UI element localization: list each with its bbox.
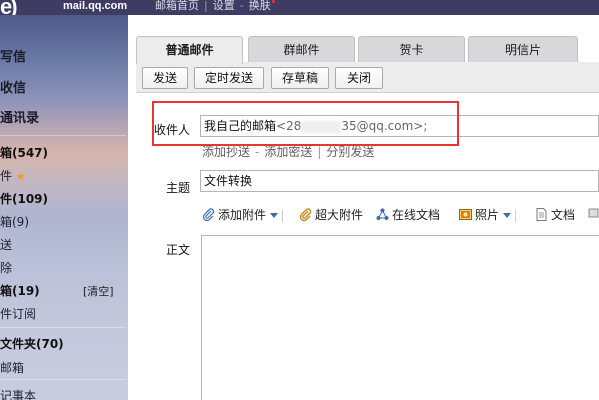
sidebar-item-spam[interactable]: 箱(19) (0, 282, 40, 299)
new-dot-icon (271, 0, 275, 3)
tab-postcard[interactable]: 明信片 (468, 36, 578, 63)
document-button[interactable]: 文档 (535, 206, 575, 223)
paperclip-icon (202, 208, 215, 221)
separate-send-link[interactable]: 分别发送 (326, 145, 374, 159)
sidebar-item-inbox-check[interactable]: 收信 (0, 77, 26, 96)
more-tools-icon[interactable] (588, 206, 599, 220)
top-bar: e) mail.qq.com 邮箱首页 | 设置 - 换肤 (0, 0, 599, 19)
sidebar-item-deleted[interactable]: 除 (0, 259, 12, 276)
chevron-down-icon[interactable] (270, 213, 279, 218)
change-skin-link[interactable]: 换肤 (249, 0, 271, 11)
large-attachment-label: 超大附件 (315, 208, 364, 222)
subject-label: 主题 (166, 181, 191, 195)
mail-home-link[interactable]: 邮箱首页 (155, 0, 199, 11)
clear-spam-link[interactable]: [清空] (83, 283, 114, 299)
compose-toolbar: 发送 定时发送 存草稿 关闭 (136, 62, 599, 93)
photo-button[interactable]: 照片 (459, 206, 517, 223)
logo-domain-text[interactable]: mail.qq.com (63, 0, 127, 12)
sidebar-item-compose[interactable]: 写信 (0, 46, 26, 65)
sidebar-item-subscriptions[interactable]: 件订阅 (0, 305, 36, 322)
sidebar-item-other-mailbox[interactable]: 邮箱 (0, 359, 24, 376)
sidebar-item-sent[interactable]: 送 (0, 236, 12, 253)
sidebar-divider (0, 379, 126, 380)
sidebar: 写信 收信 通讯录 箱(547) 件 ★ 件(109) 箱(9) 送 除 箱(1… (0, 15, 128, 400)
sidebar-item-starred-label: 件 (0, 169, 13, 183)
add-cc-link[interactable]: 添加抄送 (202, 145, 250, 159)
add-attachment-button[interactable]: 添加附件 (202, 206, 284, 223)
body-editor[interactable] (201, 235, 599, 400)
photo-icon (459, 209, 472, 220)
tab-normal-mail[interactable]: 普通邮件 (136, 36, 243, 64)
sidebar-item-other-folders[interactable]: 文件夹(70) (0, 335, 64, 352)
tab-group-mail[interactable]: 群邮件 (248, 36, 355, 63)
star-icon: ★ (15, 170, 26, 183)
sidebar-divider (0, 327, 126, 328)
highlight-box (152, 101, 459, 146)
close-button[interactable]: 关闭 (335, 67, 383, 89)
sidebar-divider (0, 135, 126, 136)
sidebar-item-inbox[interactable]: 箱(547) (0, 144, 48, 161)
tab-greeting-card[interactable]: 贺卡 (358, 36, 465, 63)
save-draft-button[interactable]: 存草稿 (271, 67, 329, 89)
subject-input[interactable]: 文件转换 (200, 170, 599, 192)
sidebar-item-contacts[interactable]: 通讯录 (0, 107, 39, 126)
sidebar-item-notepad[interactable]: 记事本 (0, 387, 36, 400)
timed-send-button[interactable]: 定时发送 (194, 67, 264, 89)
add-attachment-label: 添加附件 (218, 208, 267, 222)
online-doc-label: 在线文档 (392, 208, 441, 222)
large-attachment-button[interactable]: 超大附件 (299, 206, 363, 223)
document-label: 文档 (551, 208, 576, 222)
share-nodes-icon (376, 208, 389, 220)
top-links: 邮箱首页 | 设置 - 换肤 (155, 0, 275, 11)
settings-link[interactable]: 设置 (213, 0, 235, 11)
qq-mail-logo[interactable]: e) (0, 0, 18, 19)
photo-label: 照片 (475, 208, 500, 222)
compose-tabs: 普通邮件 群邮件 贺卡 明信片 (128, 15, 599, 64)
large-paperclip-icon (299, 208, 312, 221)
add-bcc-link[interactable]: 添加密送 (264, 145, 312, 159)
send-button[interactable]: 发送 (142, 67, 188, 89)
document-icon (536, 208, 547, 221)
sidebar-item-drafts[interactable]: 箱(9) (0, 213, 29, 230)
sidebar-item-starred[interactable]: 件 ★ (0, 167, 26, 184)
body-label: 正文 (166, 243, 191, 257)
online-doc-button[interactable]: 在线文档 (376, 206, 440, 223)
chevron-down-icon[interactable] (503, 213, 512, 218)
sidebar-item-group-mail[interactable]: 件(109) (0, 190, 48, 207)
